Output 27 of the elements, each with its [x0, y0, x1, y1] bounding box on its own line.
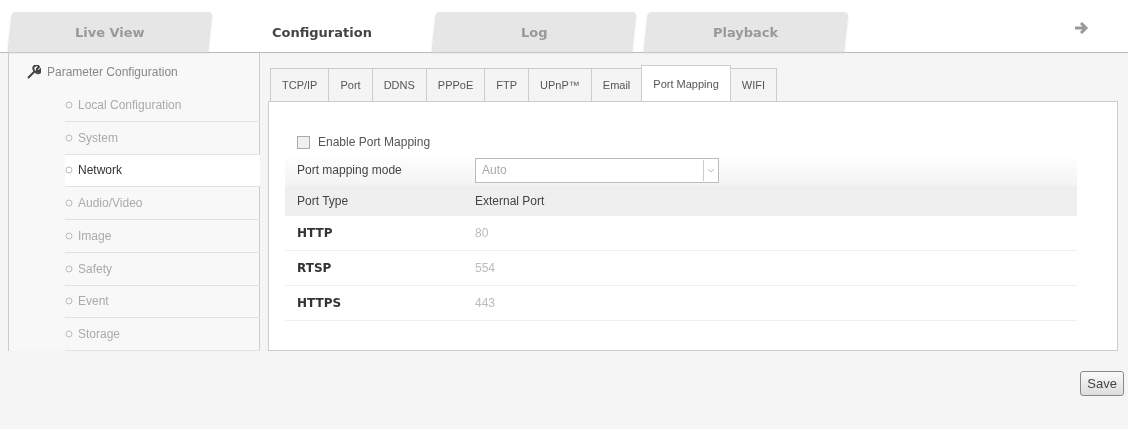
table-cell: 80 — [475, 226, 489, 240]
checkbox[interactable] — [297, 135, 310, 149]
save-button[interactable]: Save — [1080, 371, 1124, 396]
circle-icon — [65, 100, 73, 109]
circle-icon — [65, 231, 73, 240]
circle-icon — [65, 133, 73, 142]
table-cell-text: RTSP — [297, 261, 333, 275]
column-header: Port Type — [297, 194, 350, 208]
sidebar-item[interactable]: Network — [65, 154, 260, 188]
circle-icon — [65, 166, 73, 175]
logout-arrow-icon[interactable] — [1074, 22, 1090, 34]
sidebar-title: Parameter Configuration — [47, 65, 178, 79]
table-cell: 443 — [475, 296, 496, 310]
table-cell: 554 — [475, 261, 496, 275]
circle-icon — [65, 199, 73, 208]
sub-tab[interactable]: Port Mapping — [641, 65, 731, 102]
table-cell-text: HTTP — [297, 226, 334, 240]
field-label: Port mapping mode — [297, 163, 403, 177]
circle-icon — [65, 264, 73, 273]
checkbox-label: Enable Port Mapping — [318, 135, 431, 149]
circle-icon — [65, 297, 73, 306]
wrench-icon — [27, 65, 41, 79]
table-cell-text: HTTPS — [297, 296, 343, 310]
sub-tab[interactable]: TCP/IP — [270, 68, 330, 102]
circle-icon — [65, 330, 73, 339]
sub-tab[interactable]: WIFI — [729, 68, 777, 102]
column-header: External Port — [475, 194, 545, 208]
